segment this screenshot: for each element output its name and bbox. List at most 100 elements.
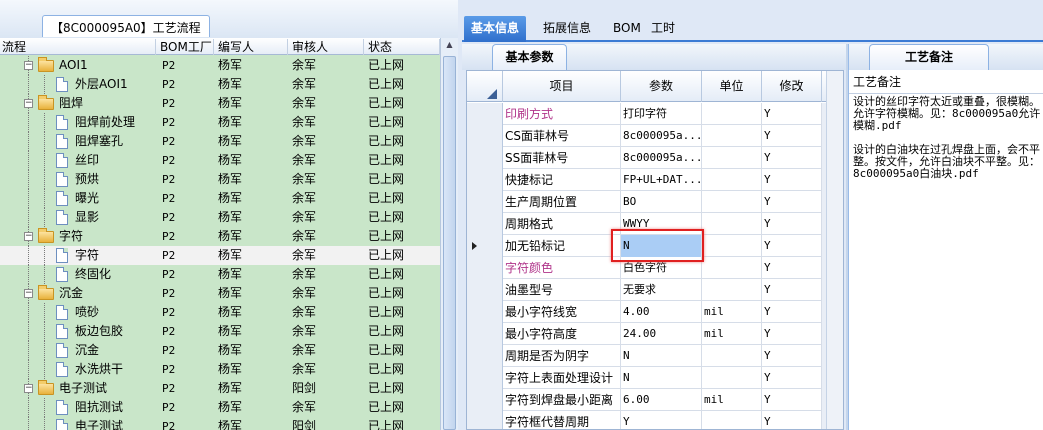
param-row[interactable]: 字符颜色 白色字符 Y <box>467 257 843 279</box>
folder-icon <box>38 285 54 300</box>
param-row[interactable]: CS面菲林号 8c000095a... Y <box>467 125 843 147</box>
tree-item-row[interactable]: 显影 P2 杨军 余军 已上网 <box>0 208 440 227</box>
row-header[interactable] <box>467 411 503 429</box>
tree-scrollbar[interactable]: ▲ <box>440 38 458 430</box>
param-row[interactable]: 印刷方式 打印字符 Y <box>467 103 843 125</box>
tree-item-row[interactable]: 字符 P2 杨军 余军 已上网 <box>0 246 440 265</box>
grid-scrollbar[interactable] <box>826 71 843 429</box>
column-header-item[interactable]: 项目 <box>503 71 621 102</box>
param-row[interactable]: 加无铅标记 N Y <box>467 235 843 257</box>
tab-work-hours[interactable]: 工时 <box>644 16 682 42</box>
row-header[interactable] <box>467 147 503 169</box>
tree-folder-row[interactable]: − 字符 P2 杨军 余军 已上网 <box>0 227 440 246</box>
tree-item-status: 已上网 <box>368 210 405 224</box>
param-value[interactable]: 无要求 <box>621 279 702 301</box>
param-value[interactable]: 8c000095a... <box>621 125 702 147</box>
column-header-param[interactable]: 参数 <box>621 71 702 102</box>
tree-item-row[interactable]: 阻焊前处理 P2 杨军 余军 已上网 <box>0 113 440 132</box>
tree-item-row[interactable]: 预烘 P2 杨军 余军 已上网 <box>0 170 440 189</box>
param-value[interactable]: N <box>621 345 702 367</box>
param-item: 最小字符高度 <box>503 323 621 345</box>
tree-item-row[interactable]: 终固化 P2 杨军 余军 已上网 <box>0 265 440 284</box>
row-header[interactable] <box>467 323 503 345</box>
row-header[interactable] <box>467 191 503 213</box>
param-row[interactable]: SS面菲林号 8c000095a... Y <box>467 147 843 169</box>
param-row[interactable]: 字符框代替周期 Y Y <box>467 411 843 429</box>
tree-folder-row[interactable]: − AOI1 P2 杨军 余军 已上网 <box>0 56 440 75</box>
tab-basic-params[interactable]: 基本参数 <box>492 44 567 70</box>
row-header[interactable] <box>467 257 503 279</box>
param-modified: Y <box>762 213 822 235</box>
tree-item-row[interactable]: 水洗烘干 P2 杨军 余军 已上网 <box>0 360 440 379</box>
column-header-reviewer[interactable]: 审核人 <box>290 39 364 55</box>
param-value[interactable]: FP+UL+DAT... <box>621 169 702 191</box>
row-header[interactable] <box>467 279 503 301</box>
column-header-bom[interactable]: BOM工厂 <box>158 39 214 55</box>
tree-item-row[interactable]: 电子测试 P2 杨军 阳剑 已上网 <box>0 417 440 430</box>
param-value[interactable]: WWYY <box>621 213 702 235</box>
flow-tab[interactable]: 【8C000095A0】工艺流程 <box>42 15 210 37</box>
collapse-icon[interactable]: − <box>24 61 33 70</box>
tree-item-row[interactable]: 阻焊塞孔 P2 杨军 余军 已上网 <box>0 132 440 151</box>
column-header-unit[interactable]: 单位 <box>702 71 762 102</box>
param-value[interactable]: BO <box>621 191 702 213</box>
column-header-author[interactable]: 编写人 <box>216 39 288 55</box>
tree-guide-line <box>28 341 29 360</box>
param-value[interactable]: 8c000095a... <box>621 147 702 169</box>
scroll-up-icon[interactable]: ▲ <box>443 40 456 54</box>
param-value[interactable]: N <box>621 235 702 257</box>
tab-basic-info[interactable]: 基本信息 <box>464 16 527 42</box>
param-value[interactable]: N <box>621 367 702 389</box>
param-value[interactable]: 6.00 <box>621 389 702 411</box>
param-row[interactable]: 油墨型号 无要求 Y <box>467 279 843 301</box>
param-row[interactable]: 周期是否为阴字 N Y <box>467 345 843 367</box>
param-value[interactable]: 4.00 <box>621 301 702 323</box>
param-modified: Y <box>762 235 822 257</box>
row-header[interactable] <box>467 301 503 323</box>
notes-text[interactable]: 设计的丝印字符太近或重叠，很模糊。允许字符模糊。见：8c000095a0允许模糊… <box>853 96 1043 180</box>
tree-item-row[interactable]: 喷砂 P2 杨军 余军 已上网 <box>0 303 440 322</box>
tree-folder-row[interactable]: − 阻焊 P2 杨军 余军 已上网 <box>0 94 440 113</box>
param-value[interactable]: Y <box>621 411 702 429</box>
tree-item-row[interactable]: 外层AOI1 P2 杨军 余军 已上网 <box>0 75 440 94</box>
row-header[interactable] <box>467 345 503 367</box>
param-row[interactable]: 字符上表面处理设计 N Y <box>467 367 843 389</box>
tab-bom[interactable]: BOM <box>606 16 648 42</box>
param-row[interactable]: 字符到焊盘最小距离 6.00 mil Y <box>467 389 843 411</box>
collapse-icon[interactable]: − <box>24 232 33 241</box>
row-header[interactable] <box>467 367 503 389</box>
column-header-modified[interactable]: 修改 <box>762 71 822 102</box>
row-header[interactable] <box>467 125 503 147</box>
collapse-icon[interactable]: − <box>24 384 33 393</box>
collapse-icon[interactable]: − <box>24 99 33 108</box>
param-value[interactable]: 24.00 <box>621 323 702 345</box>
param-value[interactable]: 白色字符 <box>621 257 702 279</box>
tab-extended-info[interactable]: 拓展信息 <box>536 16 598 42</box>
row-header[interactable] <box>467 103 503 125</box>
column-header-status[interactable]: 状态 <box>366 39 440 55</box>
tree-item-row[interactable]: 沉金 P2 杨军 余军 已上网 <box>0 341 440 360</box>
tree-item-row[interactable]: 阻抗测试 P2 杨军 余军 已上网 <box>0 398 440 417</box>
tree-folder-row[interactable]: − 电子测试 P2 杨军 阳剑 已上网 <box>0 379 440 398</box>
scrollbar-thumb[interactable] <box>443 56 456 430</box>
param-row[interactable]: 快捷标记 FP+UL+DAT... Y <box>467 169 843 191</box>
tree-item-row[interactable]: 丝印 P2 杨军 余军 已上网 <box>0 151 440 170</box>
param-row[interactable]: 最小字符高度 24.00 mil Y <box>467 323 843 345</box>
tree-folder-row[interactable]: − 沉金 P2 杨军 余军 已上网 <box>0 284 440 303</box>
param-value[interactable]: 打印字符 <box>621 103 702 125</box>
tree-item-status: 已上网 <box>368 134 405 148</box>
param-unit <box>702 411 762 429</box>
tree-item-row[interactable]: 板边包胶 P2 杨军 余军 已上网 <box>0 322 440 341</box>
tree-item-row[interactable]: 曝光 P2 杨军 余军 已上网 <box>0 189 440 208</box>
row-header[interactable] <box>467 213 503 235</box>
param-row[interactable]: 周期格式 WWYY Y <box>467 213 843 235</box>
row-header[interactable] <box>467 169 503 191</box>
param-row[interactable]: 最小字符线宽 4.00 mil Y <box>467 301 843 323</box>
tab-process-notes[interactable]: 工艺备注 <box>869 44 989 70</box>
column-header-flow[interactable]: 流程 <box>0 39 156 55</box>
row-header[interactable] <box>467 389 503 411</box>
param-row[interactable]: 生产周期位置 BO Y <box>467 191 843 213</box>
tree-guide-line <box>44 398 45 417</box>
collapse-icon[interactable]: − <box>24 289 33 298</box>
row-header[interactable] <box>467 235 503 257</box>
